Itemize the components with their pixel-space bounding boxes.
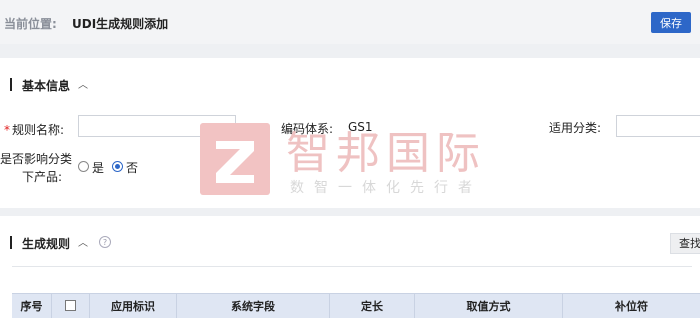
section-marker <box>10 236 12 249</box>
rules-header[interactable]: 生成规则 ︿ ? <box>0 233 130 253</box>
chevron-up-icon[interactable]: ︿ <box>78 76 88 91</box>
rule-name-input[interactable] <box>78 115 236 137</box>
required-mark: * <box>4 123 10 137</box>
affects-label-line1: 是否影响分类 <box>0 152 73 166</box>
page-title: UDI生成规则添加 <box>72 17 169 31</box>
rules-title: 生成规则 <box>22 237 71 251</box>
rules-panel: 生成规则 ︿ ? 查找 序号 应用标识 系统字段 定长 取值方式 补位符 <box>0 216 700 318</box>
radio-no[interactable] <box>112 161 123 172</box>
rules-table-header: 序号 应用标识 系统字段 定长 取值方式 补位符 <box>12 293 700 318</box>
section-marker <box>10 78 12 91</box>
save-button[interactable]: 保存 <box>651 12 691 33</box>
radio-no-label: 否 <box>126 161 139 175</box>
divider <box>12 266 692 267</box>
affects-label-line2: 下产品: <box>22 170 63 184</box>
chevron-up-icon[interactable]: ︿ <box>78 234 88 249</box>
category-label: 适用分类: <box>549 121 602 135</box>
radio-yes-label: 是 <box>92 161 105 175</box>
radio-yes[interactable] <box>78 161 89 172</box>
col-system-field: 系统字段 <box>177 294 330 318</box>
rule-name-label-text: 规则名称: <box>12 123 65 137</box>
col-value-method: 取值方式 <box>415 294 563 318</box>
basic-info-panel: 基本信息 ︿ * 规则名称: 编码体系: GS1 适用分类: 是否影响分类 下产品… <box>0 58 700 208</box>
top-bar: 当前位置: UDI生成规则添加 保存 <box>0 0 700 44</box>
select-all-checkbox[interactable] <box>65 300 76 311</box>
col-select <box>52 294 90 318</box>
breadcrumb-label: 当前位置: <box>4 17 57 31</box>
find-button[interactable]: 查找 <box>670 233 700 254</box>
code-system-label: 编码体系: <box>281 122 334 136</box>
col-fixed-length: 定长 <box>330 294 415 318</box>
col-padding-char: 补位符 <box>615 300 648 313</box>
col-index: 序号 <box>12 294 52 318</box>
rule-name-label: * 规则名称: <box>4 121 64 138</box>
basic-info-title: 基本信息 <box>22 79 71 93</box>
code-system-value: GS1 <box>348 120 373 134</box>
category-input[interactable] <box>616 115 700 137</box>
col-app-id: 应用标识 <box>90 294 177 318</box>
basic-info-header[interactable]: 基本信息 ︿ <box>0 75 120 95</box>
help-icon[interactable]: ? <box>99 236 111 248</box>
